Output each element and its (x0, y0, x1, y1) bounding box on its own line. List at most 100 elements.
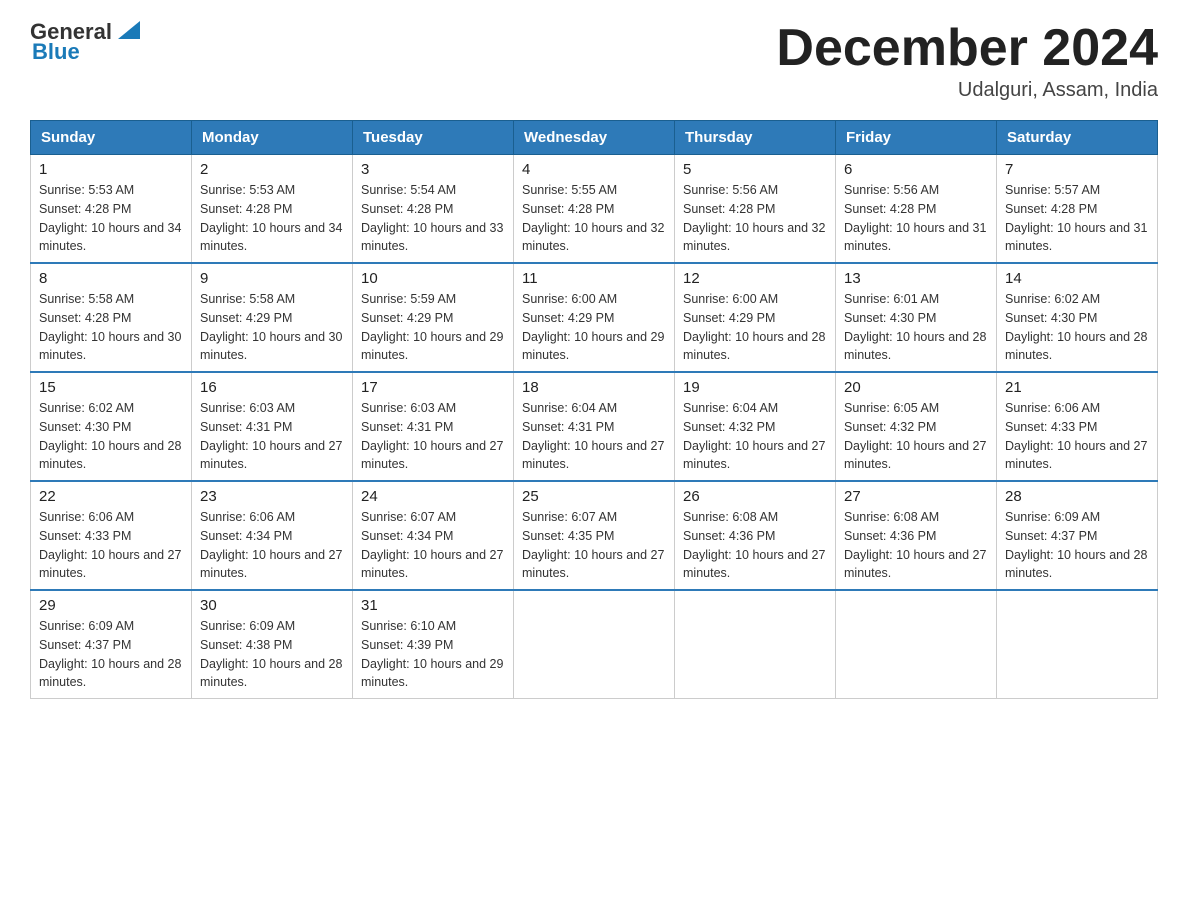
weekday-header-friday: Friday (836, 121, 997, 155)
weekday-header-tuesday: Tuesday (353, 121, 514, 155)
day-info: Sunrise: 5:59 AMSunset: 4:29 PMDaylight:… (361, 292, 503, 362)
calendar-cell: 30 Sunrise: 6:09 AMSunset: 4:38 PMDaylig… (192, 590, 353, 699)
calendar-cell: 17 Sunrise: 6:03 AMSunset: 4:31 PMDaylig… (353, 372, 514, 481)
day-info: Sunrise: 6:04 AMSunset: 4:32 PMDaylight:… (683, 401, 825, 471)
calendar-cell: 19 Sunrise: 6:04 AMSunset: 4:32 PMDaylig… (675, 372, 836, 481)
day-info: Sunrise: 6:02 AMSunset: 4:30 PMDaylight:… (1005, 292, 1147, 362)
calendar-cell: 10 Sunrise: 5:59 AMSunset: 4:29 PMDaylig… (353, 263, 514, 372)
calendar-cell: 21 Sunrise: 6:06 AMSunset: 4:33 PMDaylig… (997, 372, 1158, 481)
calendar-cell: 9 Sunrise: 5:58 AMSunset: 4:29 PMDayligh… (192, 263, 353, 372)
title-block: December 2024 Udalguri, Assam, India (776, 20, 1158, 102)
calendar-cell: 16 Sunrise: 6:03 AMSunset: 4:31 PMDaylig… (192, 372, 353, 481)
day-number: 1 (39, 161, 183, 178)
day-number: 14 (1005, 270, 1149, 287)
location-text: Udalguri, Assam, India (776, 79, 1158, 102)
day-number: 9 (200, 270, 344, 287)
calendar-cell: 2 Sunrise: 5:53 AMSunset: 4:28 PMDayligh… (192, 155, 353, 264)
day-number: 11 (522, 270, 666, 287)
day-number: 20 (844, 379, 988, 396)
day-info: Sunrise: 6:01 AMSunset: 4:30 PMDaylight:… (844, 292, 986, 362)
calendar-cell: 11 Sunrise: 6:00 AMSunset: 4:29 PMDaylig… (514, 263, 675, 372)
day-number: 8 (39, 270, 183, 287)
day-number: 31 (361, 597, 505, 614)
page-header: General Blue December 2024 Udalguri, Ass… (30, 20, 1158, 102)
day-info: Sunrise: 5:58 AMSunset: 4:28 PMDaylight:… (39, 292, 181, 362)
day-info: Sunrise: 6:08 AMSunset: 4:36 PMDaylight:… (844, 510, 986, 580)
calendar-cell: 24 Sunrise: 6:07 AMSunset: 4:34 PMDaylig… (353, 481, 514, 590)
day-info: Sunrise: 5:58 AMSunset: 4:29 PMDaylight:… (200, 292, 342, 362)
day-number: 13 (844, 270, 988, 287)
calendar-cell: 26 Sunrise: 6:08 AMSunset: 4:36 PMDaylig… (675, 481, 836, 590)
day-number: 10 (361, 270, 505, 287)
day-info: Sunrise: 6:00 AMSunset: 4:29 PMDaylight:… (683, 292, 825, 362)
day-info: Sunrise: 6:07 AMSunset: 4:35 PMDaylight:… (522, 510, 664, 580)
day-info: Sunrise: 6:02 AMSunset: 4:30 PMDaylight:… (39, 401, 181, 471)
calendar-cell (997, 590, 1158, 699)
day-info: Sunrise: 6:04 AMSunset: 4:31 PMDaylight:… (522, 401, 664, 471)
calendar-cell: 3 Sunrise: 5:54 AMSunset: 4:28 PMDayligh… (353, 155, 514, 264)
calendar-cell: 13 Sunrise: 6:01 AMSunset: 4:30 PMDaylig… (836, 263, 997, 372)
month-title: December 2024 (776, 20, 1158, 77)
day-info: Sunrise: 6:06 AMSunset: 4:33 PMDaylight:… (39, 510, 181, 580)
day-number: 25 (522, 488, 666, 505)
logo: General Blue (30, 20, 144, 64)
weekday-header-monday: Monday (192, 121, 353, 155)
day-number: 28 (1005, 488, 1149, 505)
day-number: 19 (683, 379, 827, 396)
day-info: Sunrise: 6:03 AMSunset: 4:31 PMDaylight:… (200, 401, 342, 471)
day-info: Sunrise: 5:53 AMSunset: 4:28 PMDaylight:… (200, 183, 342, 253)
day-number: 30 (200, 597, 344, 614)
day-info: Sunrise: 6:05 AMSunset: 4:32 PMDaylight:… (844, 401, 986, 471)
day-info: Sunrise: 6:09 AMSunset: 4:38 PMDaylight:… (200, 619, 342, 689)
weekday-header-saturday: Saturday (997, 121, 1158, 155)
day-info: Sunrise: 5:53 AMSunset: 4:28 PMDaylight:… (39, 183, 181, 253)
calendar-cell (675, 590, 836, 699)
calendar-cell (836, 590, 997, 699)
calendar-cell: 14 Sunrise: 6:02 AMSunset: 4:30 PMDaylig… (997, 263, 1158, 372)
calendar-cell: 20 Sunrise: 6:05 AMSunset: 4:32 PMDaylig… (836, 372, 997, 481)
calendar-week-row: 1 Sunrise: 5:53 AMSunset: 4:28 PMDayligh… (31, 155, 1158, 264)
day-number: 24 (361, 488, 505, 505)
calendar-cell: 27 Sunrise: 6:08 AMSunset: 4:36 PMDaylig… (836, 481, 997, 590)
day-info: Sunrise: 6:03 AMSunset: 4:31 PMDaylight:… (361, 401, 503, 471)
calendar-week-row: 8 Sunrise: 5:58 AMSunset: 4:28 PMDayligh… (31, 263, 1158, 372)
day-info: Sunrise: 5:57 AMSunset: 4:28 PMDaylight:… (1005, 183, 1147, 253)
day-number: 18 (522, 379, 666, 396)
calendar-cell: 22 Sunrise: 6:06 AMSunset: 4:33 PMDaylig… (31, 481, 192, 590)
calendar-cell: 1 Sunrise: 5:53 AMSunset: 4:28 PMDayligh… (31, 155, 192, 264)
calendar-week-row: 22 Sunrise: 6:06 AMSunset: 4:33 PMDaylig… (31, 481, 1158, 590)
weekday-header-sunday: Sunday (31, 121, 192, 155)
calendar-cell: 31 Sunrise: 6:10 AMSunset: 4:39 PMDaylig… (353, 590, 514, 699)
calendar-cell: 4 Sunrise: 5:55 AMSunset: 4:28 PMDayligh… (514, 155, 675, 264)
day-info: Sunrise: 6:00 AMSunset: 4:29 PMDaylight:… (522, 292, 664, 362)
day-number: 26 (683, 488, 827, 505)
calendar-cell: 5 Sunrise: 5:56 AMSunset: 4:28 PMDayligh… (675, 155, 836, 264)
calendar-cell: 29 Sunrise: 6:09 AMSunset: 4:37 PMDaylig… (31, 590, 192, 699)
day-info: Sunrise: 6:09 AMSunset: 4:37 PMDaylight:… (39, 619, 181, 689)
calendar-cell: 8 Sunrise: 5:58 AMSunset: 4:28 PMDayligh… (31, 263, 192, 372)
day-info: Sunrise: 5:55 AMSunset: 4:28 PMDaylight:… (522, 183, 664, 253)
day-info: Sunrise: 5:56 AMSunset: 4:28 PMDaylight:… (844, 183, 986, 253)
day-number: 22 (39, 488, 183, 505)
calendar-cell (514, 590, 675, 699)
weekday-header-thursday: Thursday (675, 121, 836, 155)
day-info: Sunrise: 6:07 AMSunset: 4:34 PMDaylight:… (361, 510, 503, 580)
day-number: 29 (39, 597, 183, 614)
calendar-cell: 7 Sunrise: 5:57 AMSunset: 4:28 PMDayligh… (997, 155, 1158, 264)
day-number: 5 (683, 161, 827, 178)
day-number: 21 (1005, 379, 1149, 396)
day-info: Sunrise: 6:09 AMSunset: 4:37 PMDaylight:… (1005, 510, 1147, 580)
calendar-cell: 23 Sunrise: 6:06 AMSunset: 4:34 PMDaylig… (192, 481, 353, 590)
calendar-cell: 12 Sunrise: 6:00 AMSunset: 4:29 PMDaylig… (675, 263, 836, 372)
logo-text-blue: Blue (32, 39, 80, 64)
calendar-cell: 6 Sunrise: 5:56 AMSunset: 4:28 PMDayligh… (836, 155, 997, 264)
day-number: 23 (200, 488, 344, 505)
day-info: Sunrise: 6:06 AMSunset: 4:33 PMDaylight:… (1005, 401, 1147, 471)
calendar-cell: 15 Sunrise: 6:02 AMSunset: 4:30 PMDaylig… (31, 372, 192, 481)
calendar-table: SundayMondayTuesdayWednesdayThursdayFrid… (30, 120, 1158, 699)
calendar-cell: 25 Sunrise: 6:07 AMSunset: 4:35 PMDaylig… (514, 481, 675, 590)
day-number: 2 (200, 161, 344, 178)
day-number: 16 (200, 379, 344, 396)
calendar-week-row: 29 Sunrise: 6:09 AMSunset: 4:37 PMDaylig… (31, 590, 1158, 699)
day-number: 12 (683, 270, 827, 287)
